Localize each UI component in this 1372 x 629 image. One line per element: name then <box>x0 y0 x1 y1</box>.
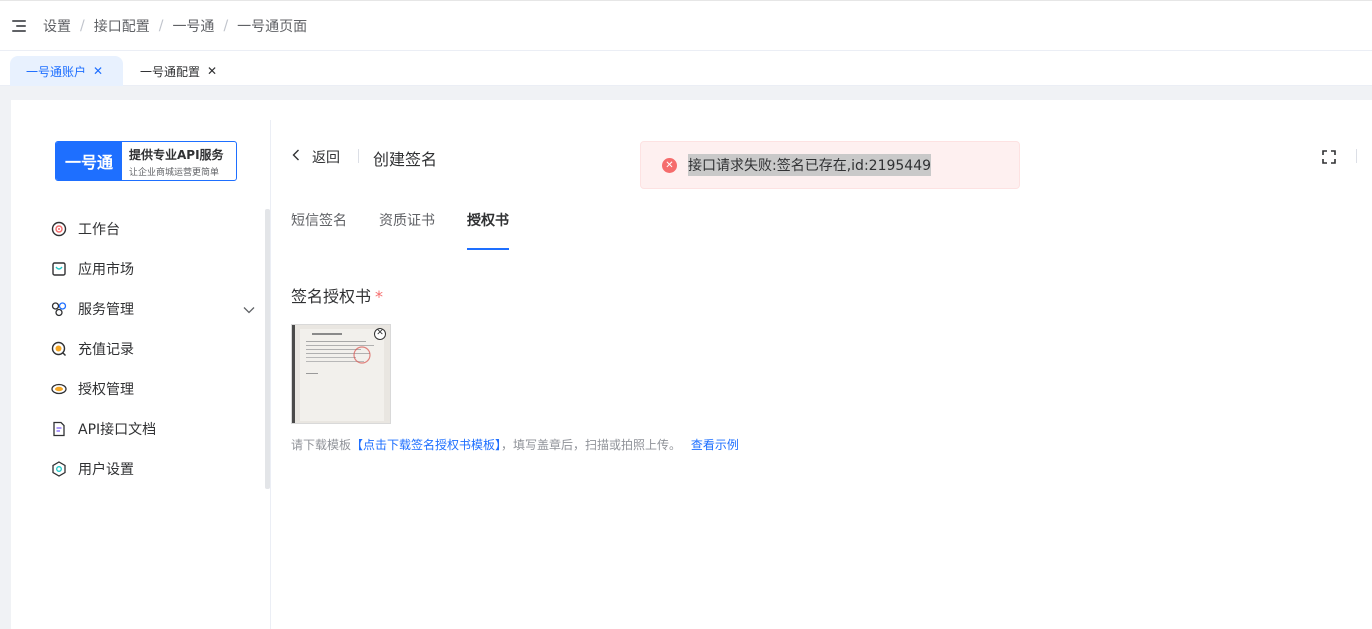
remove-image-icon[interactable]: ✕ <box>374 328 386 340</box>
sidebar-item-label: API接口文档 <box>78 422 157 438</box>
error-message-toast: ✕ 接口请求失败:签名已存在,id:2195449 <box>640 141 1020 189</box>
document-scan-image <box>292 325 390 423</box>
tab-authorization-letter[interactable]: 授权书 <box>467 210 509 250</box>
breadcrumb-item-yihaotong[interactable]: 一号通 <box>172 16 214 36</box>
field-label-text: 签名授权书 <box>291 287 372 306</box>
uploaded-image-thumbnail[interactable]: ✕ <box>291 324 391 424</box>
chevron-left-icon <box>292 149 300 165</box>
sidebar-item-label: 应用市场 <box>78 262 134 278</box>
fullscreen-icon[interactable] <box>1322 149 1336 164</box>
breadcrumb-separator: / <box>80 17 85 34</box>
header-separator <box>358 149 359 163</box>
breadcrumb: 设置 / 接口配置 / 一号通 / 一号通页面 <box>43 16 307 36</box>
view-example-link[interactable]: 查看示例 <box>691 438 739 452</box>
tab-qualification-certificate[interactable]: 资质证书 <box>379 210 435 250</box>
chevron-down-icon[interactable] <box>243 302 255 318</box>
coin-icon <box>51 341 67 357</box>
bag-icon <box>51 261 67 277</box>
target-icon <box>51 221 67 237</box>
header-separator <box>1356 149 1357 163</box>
sidebar-item-user-settings[interactable]: 用户设置 <box>51 449 255 489</box>
menu-toggle-icon[interactable] <box>12 19 26 32</box>
back-label: 返回 <box>312 150 340 166</box>
sidebar-item-api-docs[interactable]: API接口文档 <box>51 409 255 449</box>
required-mark: * <box>375 287 384 306</box>
page-title: 创建签名 <box>373 150 438 169</box>
top-navbar: 设置 / 接口配置 / 一号通 / 一号通页面 <box>0 0 1372 51</box>
sidebar-item-label: 服务管理 <box>78 302 134 318</box>
sidebar-item-label: 充值记录 <box>78 342 134 358</box>
breadcrumb-item-settings[interactable]: 设置 <box>43 16 71 36</box>
back-button[interactable]: 返回 <box>292 147 340 167</box>
download-template-link[interactable]: 【点击下载签名授权书模板】 <box>351 438 501 452</box>
close-icon[interactable]: ✕ <box>93 64 103 78</box>
breadcrumb-separator: / <box>158 17 164 34</box>
hint-middle: ，填写盖章后，扫描或拍照上传。 <box>501 438 682 452</box>
sidebar-item-label: 授权管理 <box>78 382 134 398</box>
sidebar-item-workbench[interactable]: 工作台 <box>51 209 255 249</box>
upload-hint: 请下载模板【点击下载签名授权书模板】，填写盖章后，扫描或拍照上传。 查看示例 <box>291 436 739 453</box>
breadcrumb-item-interface-config[interactable]: 接口配置 <box>94 16 150 36</box>
sidebar-menu: 工作台 应用市场 服务管理 充值记录 授权管理 API接口文档 用户设置 <box>51 209 255 489</box>
sidebar-item-label: 用户设置 <box>78 462 134 478</box>
tag-yihaotong-account[interactable]: 一号通账户 ✕ <box>10 56 123 86</box>
breadcrumb-item-current: 一号通页面 <box>237 18 308 35</box>
sidebar-item-app-market[interactable]: 应用市场 <box>51 249 255 289</box>
tab-sms-signature[interactable]: 短信签名 <box>291 210 347 250</box>
sidebar-item-authorization[interactable]: 授权管理 <box>51 369 255 409</box>
tag-label: 一号通配置 <box>140 64 201 79</box>
sidebar-item-service-management[interactable]: 服务管理 <box>51 289 255 329</box>
brand-logo-text: 一号通 <box>56 142 122 180</box>
brand-subtitle: 让企业商城运营更简单 <box>129 168 220 178</box>
breadcrumb-separator: / <box>223 17 229 34</box>
field-label-authorization-letter: 签名授权书 * <box>291 283 383 307</box>
sidebar-item-recharge-records[interactable]: 充值记录 <box>51 329 255 369</box>
settings-icon <box>51 461 67 477</box>
tags-view-bar: 一号通账户 ✕ 一号通配置 ✕ <box>0 51 1372 86</box>
brand-tagline: 提供专业API服务 让企业商城运营更简单 <box>122 142 236 180</box>
brand-logo: 一号通 提供专业API服务 让企业商城运营更简单 <box>55 141 237 181</box>
brand-title: 提供专业API服务 <box>129 148 224 162</box>
sidebar-item-label: 工作台 <box>78 222 120 238</box>
error-message-text: 接口请求失败:签名已存在,id:2195449 <box>688 154 932 176</box>
content-divider <box>270 120 271 629</box>
nodes-icon <box>51 301 67 317</box>
close-icon[interactable]: ✕ <box>207 64 217 78</box>
tabs: 短信签名 资质证书 授权书 <box>291 210 541 250</box>
key-icon <box>51 381 67 397</box>
tag-yihaotong-config[interactable]: 一号通配置 ✕ <box>124 56 234 86</box>
hint-prefix: 请下载模板 <box>291 438 352 452</box>
tag-label: 一号通账户 <box>26 64 87 79</box>
doc-icon <box>51 421 67 437</box>
error-icon: ✕ <box>662 157 677 173</box>
